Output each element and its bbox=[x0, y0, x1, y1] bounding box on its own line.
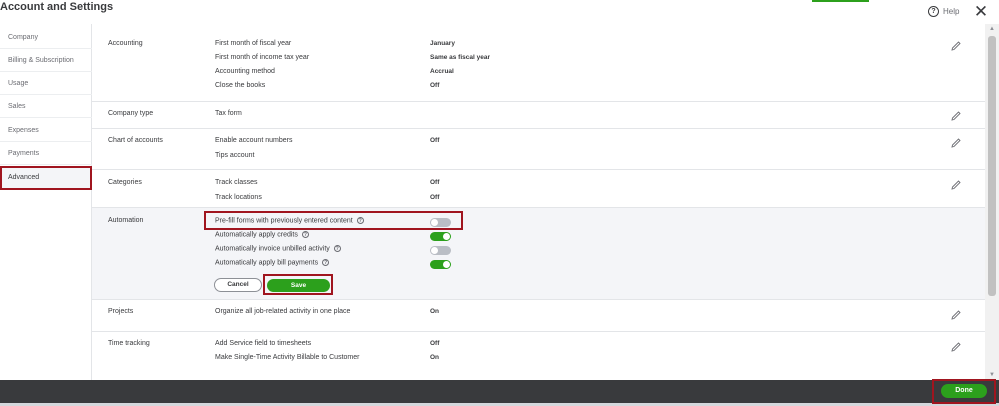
help-label: Help bbox=[943, 7, 960, 16]
section-projects[interactable]: Projects Organize all job-related activi… bbox=[92, 300, 985, 332]
info-icon[interactable]: ? bbox=[322, 259, 330, 266]
sidebar-item-advanced[interactable]: Advanced bbox=[0, 166, 92, 190]
row-label: Track locations bbox=[215, 194, 262, 201]
progress-accent bbox=[812, 0, 869, 2]
highlight-save-button bbox=[263, 274, 333, 295]
sidebar-item-sales[interactable]: Sales bbox=[0, 95, 92, 118]
row-label: Close the books bbox=[215, 82, 266, 89]
row-label: Enable account numbers bbox=[215, 137, 293, 144]
section-label: Automation bbox=[108, 217, 144, 224]
sidebar-item-usage[interactable]: Usage bbox=[0, 72, 92, 95]
row-value: Accrual bbox=[430, 68, 454, 75]
toggle-knob bbox=[443, 261, 450, 268]
row-label: Accounting method bbox=[215, 68, 275, 75]
highlight-prefill-row bbox=[204, 211, 463, 230]
sidebar-item-label: Advanced bbox=[8, 174, 40, 181]
help-button[interactable]: ? Help bbox=[928, 6, 959, 17]
row-value: Off bbox=[430, 82, 440, 89]
pencil-icon[interactable] bbox=[950, 110, 962, 122]
row-value: Same as fiscal year bbox=[430, 54, 490, 61]
section-label: Company type bbox=[108, 110, 154, 117]
row-label: Tips account bbox=[215, 152, 255, 159]
row-value: On bbox=[430, 354, 440, 361]
row-label: First month of income tax year bbox=[215, 54, 310, 61]
automation-label: Automatically apply credits bbox=[215, 231, 298, 239]
row-label: Automatically invoice unbilled activity? bbox=[215, 245, 341, 252]
pencil-icon[interactable] bbox=[950, 137, 962, 149]
section-label: Accounting bbox=[108, 40, 143, 47]
section-label: Projects bbox=[108, 308, 134, 315]
pencil-icon[interactable] bbox=[950, 341, 962, 353]
toggle-knob bbox=[431, 247, 438, 254]
row-label: Automatically apply credits? bbox=[215, 231, 309, 238]
row-label: First month of fiscal year bbox=[215, 40, 292, 47]
settings-content: Accounting First month of fiscal year Ja… bbox=[92, 24, 985, 380]
scrollbar[interactable]: ▲ ▼ bbox=[985, 24, 999, 380]
sidebar-item-expenses[interactable]: Expenses bbox=[0, 119, 92, 142]
scroll-thumb[interactable] bbox=[988, 36, 996, 296]
cancel-button[interactable]: Cancel bbox=[214, 278, 262, 292]
sidebar-item-label: Company bbox=[8, 34, 38, 41]
row-label: Track classes bbox=[215, 179, 258, 186]
scroll-up-arrow-icon[interactable]: ▲ bbox=[985, 24, 999, 34]
info-icon[interactable]: ? bbox=[333, 245, 341, 252]
row-label: Make Single-Time Activity Billable to Cu… bbox=[215, 354, 360, 361]
close-icon[interactable]: ✕ bbox=[972, 3, 990, 21]
row-label: Automatically apply bill payments? bbox=[215, 259, 330, 267]
row-label: Tax form bbox=[215, 110, 242, 117]
section-label: Categories bbox=[108, 179, 142, 186]
section-time-tracking[interactable]: Time tracking Add Service field to times… bbox=[92, 332, 985, 380]
section-chart-of-accounts[interactable]: Chart of accounts Enable account numbers… bbox=[92, 129, 985, 170]
settings-window: Account and Settings ? Help ✕ Company Bi… bbox=[0, 0, 999, 406]
pencil-icon[interactable] bbox=[950, 179, 962, 191]
section-label: Time tracking bbox=[108, 340, 150, 347]
row-value: Off bbox=[430, 194, 440, 201]
row-label: Add Service field to timesheets bbox=[215, 340, 312, 347]
sidebar-item-company[interactable]: Company bbox=[0, 26, 92, 49]
footer-bar: Done bbox=[0, 380, 999, 406]
toggle-knob bbox=[443, 233, 450, 240]
question-circle-icon: ? bbox=[928, 6, 939, 17]
info-icon[interactable]: ? bbox=[301, 231, 309, 238]
row-value: Off bbox=[430, 179, 440, 186]
sidebar-item-label: Sales bbox=[8, 103, 26, 110]
header: Account and Settings ? Help ✕ bbox=[0, 0, 999, 24]
section-company-type[interactable]: Company type Tax form bbox=[92, 102, 985, 129]
sidebar-item-label: Usage bbox=[8, 80, 29, 87]
row-label: Organize all job-related activity in one… bbox=[215, 308, 351, 315]
automation-label: Automatically apply bill payments bbox=[215, 259, 319, 267]
apply-credits-toggle[interactable] bbox=[430, 232, 451, 241]
sidebar: Company Billing & Subscription Usage Sal… bbox=[0, 24, 92, 380]
row-value: January bbox=[430, 40, 455, 47]
sidebar-item-billing[interactable]: Billing & Subscription bbox=[0, 49, 92, 72]
section-accounting[interactable]: Accounting First month of fiscal year Ja… bbox=[92, 24, 985, 102]
sidebar-item-label: Payments bbox=[8, 150, 40, 157]
pencil-icon[interactable] bbox=[950, 309, 962, 321]
sidebar-item-label: Billing & Subscription bbox=[8, 57, 74, 64]
invoice-unbilled-toggle[interactable] bbox=[430, 246, 451, 255]
sidebar-item-payments[interactable]: Payments bbox=[0, 142, 92, 165]
row-value: On bbox=[430, 308, 440, 315]
pencil-icon[interactable] bbox=[950, 40, 962, 52]
sidebar-item-label: Expenses bbox=[8, 127, 39, 134]
highlight-done-button bbox=[932, 379, 996, 404]
section-label: Chart of accounts bbox=[108, 137, 163, 144]
row-value: Off bbox=[430, 340, 440, 347]
section-categories[interactable]: Categories Track classes Off Track locat… bbox=[92, 170, 985, 208]
row-value: Off bbox=[430, 137, 440, 144]
automation-label: Automatically invoice unbilled activity bbox=[215, 245, 330, 253]
page-title: Account and Settings bbox=[0, 1, 114, 13]
apply-bill-payments-toggle[interactable] bbox=[430, 260, 451, 269]
